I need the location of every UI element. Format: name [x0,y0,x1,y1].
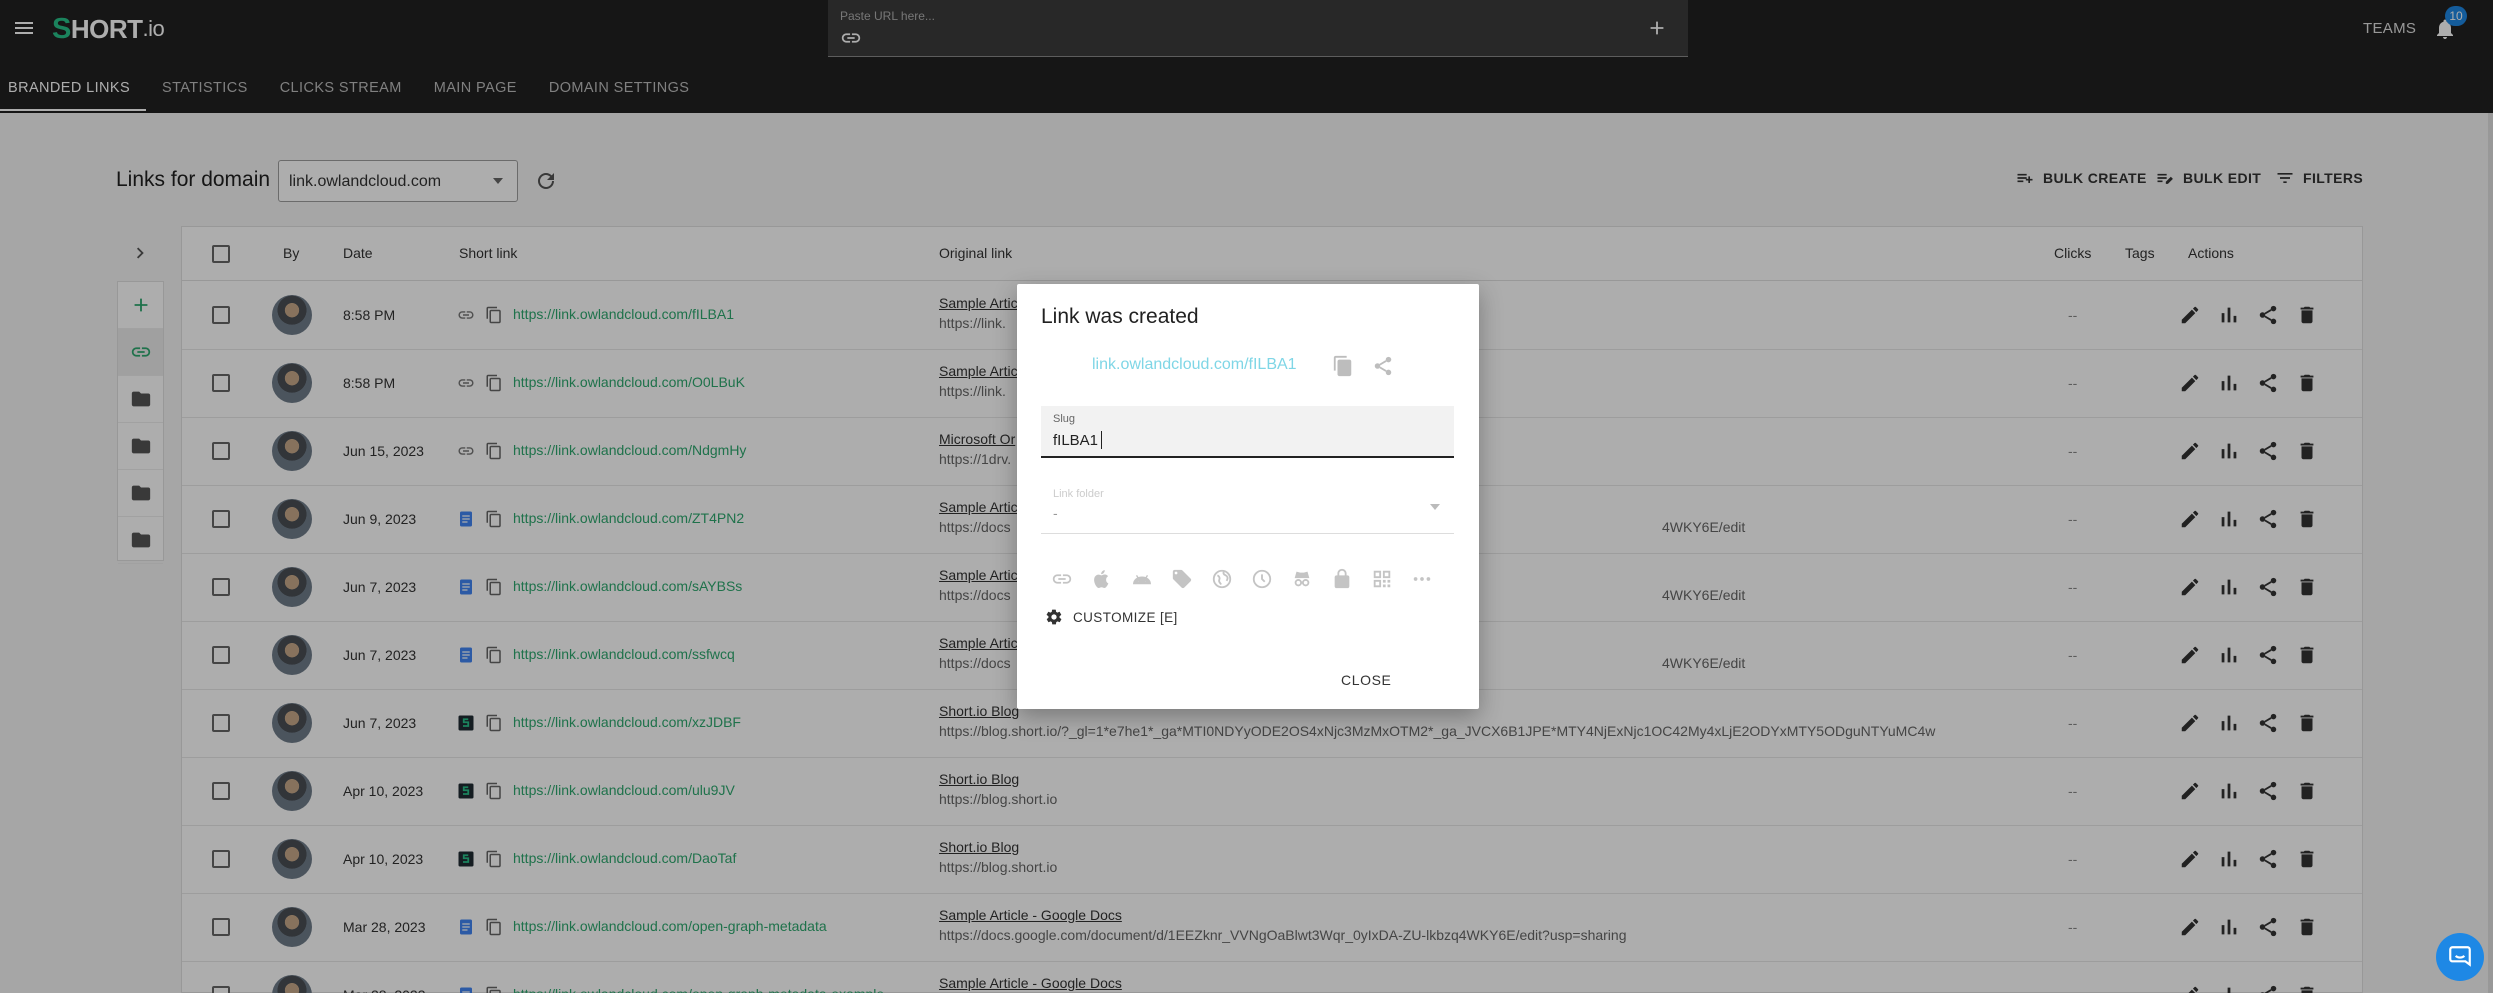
android-icon[interactable] [1131,568,1153,590]
slug-field[interactable]: Slug fILBA1 [1041,406,1454,458]
share-icon[interactable] [1372,355,1394,377]
slug-value: fILBA1 [1053,432,1099,449]
customize-button[interactable]: CUSTOMIZE [E] [1045,608,1178,626]
incognito-icon[interactable] [1291,568,1313,590]
folder-value: - [1053,505,1058,521]
copy-icon[interactable] [1332,355,1354,377]
chat-icon [2449,946,2471,967]
customize-label: CUSTOMIZE [E] [1073,609,1178,625]
clock-icon[interactable] [1251,568,1273,590]
apple-icon[interactable] [1091,568,1113,590]
more-icon[interactable] [1411,568,1433,590]
dialog-title: Link was created [1041,305,1199,328]
created-link[interactable]: link.owlandcloud.com/fILBA1 [1092,356,1297,374]
text-cursor [1101,431,1102,449]
qr-code-icon[interactable] [1371,568,1393,590]
link-options-icons [1051,568,1433,590]
slug-label: Slug [1053,413,1076,425]
globe-icon[interactable] [1211,568,1233,590]
tag-icon[interactable] [1171,568,1193,590]
folder-label: Link folder [1053,488,1104,500]
close-button[interactable]: CLOSE [1341,672,1391,688]
link-icon[interactable] [1051,568,1073,590]
lock-icon[interactable] [1331,568,1353,590]
gear-icon [1046,609,1062,625]
link-created-dialog: Link was created link.owlandcloud.com/fI… [1017,284,1479,709]
dropdown-caret-icon [1430,504,1440,510]
chat-launcher[interactable] [2436,933,2484,981]
folder-select[interactable]: Link folder - [1041,480,1454,534]
